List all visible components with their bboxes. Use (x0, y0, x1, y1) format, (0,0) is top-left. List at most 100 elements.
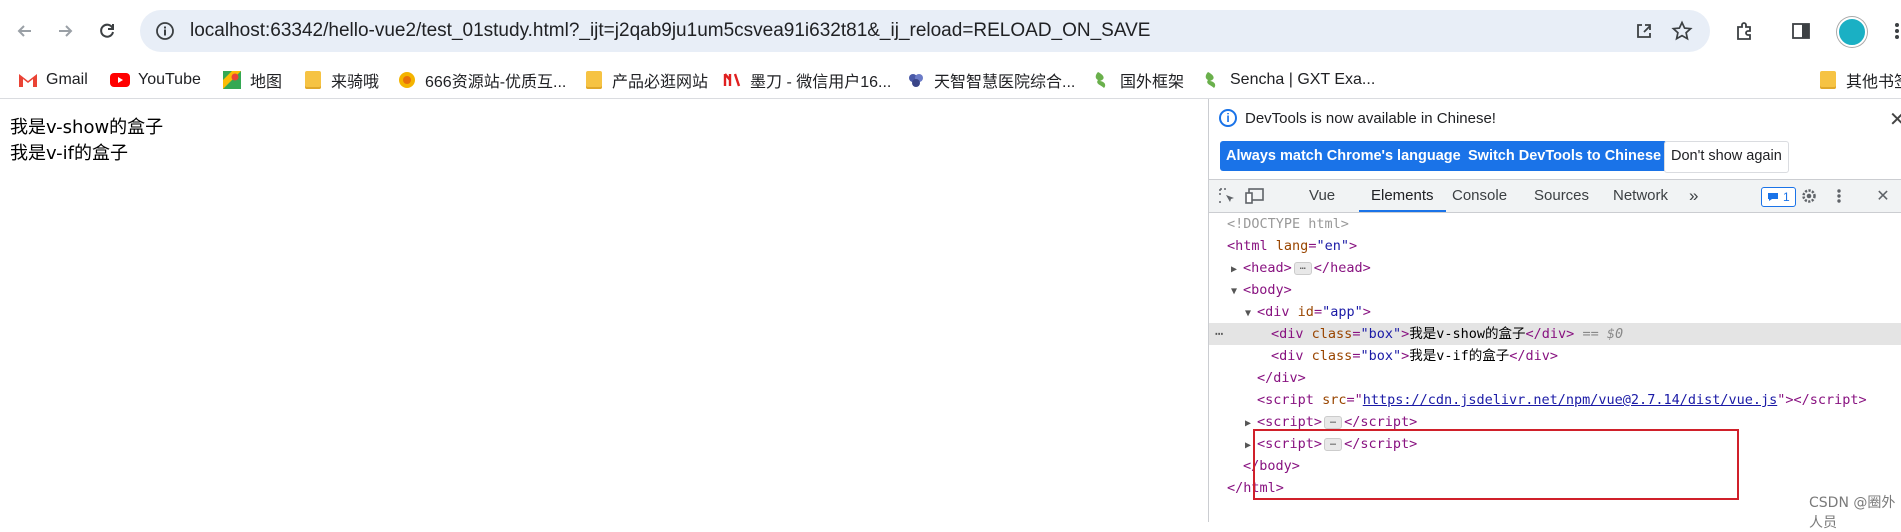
vif-box: 我是v-if的盒子 (10, 143, 129, 164)
bookmark-label: 天智智慧医院综合... (934, 74, 1076, 91)
dom-script-2[interactable]: ▶ <script>… </script> (1209, 433, 1901, 455)
dom-div-box-vif[interactable]: <div class="box">我是v-if的盒子</div> (1209, 345, 1901, 367)
tab-network[interactable]: Network (1613, 180, 1668, 212)
row-more-icon[interactable]: ⋯ (1215, 323, 1223, 345)
bookmark-folder-products[interactable]: 产品必逛网站 (584, 62, 708, 98)
dom-div-app[interactable]: ▼ <div id="app"> (1209, 301, 1901, 323)
bookmark-label: 来骑哦 (331, 74, 380, 91)
tag-name: div (1273, 370, 1298, 386)
dom-div-app-close[interactable]: </div> (1209, 367, 1901, 389)
expand-triangle-icon[interactable]: ▶ (1245, 413, 1257, 435)
script-src-link[interactable]: https://cdn.jsdelivr.net/npm/vue@2.7.14/… (1363, 392, 1778, 408)
expand-triangle-icon[interactable]: ▶ (1245, 435, 1257, 457)
folder-icon (1818, 70, 1838, 90)
issues-count: 1 (1783, 190, 1790, 204)
bookmark-other[interactable]: 其他书签 (1818, 62, 1901, 98)
menu-icon[interactable] (1880, 14, 1901, 48)
attr-name: class (1311, 326, 1353, 342)
dont-show-again-button[interactable]: Don't show again (1664, 141, 1789, 173)
tag-name: script (1360, 436, 1410, 452)
selected-node-marker: == $0 (1582, 326, 1624, 342)
back-icon[interactable] (8, 14, 42, 48)
ellipsis-icon[interactable]: … (1324, 415, 1343, 429)
settings-gear-icon[interactable] (1799, 186, 1819, 206)
dom-doctype[interactable]: <!DOCTYPE html> (1209, 213, 1901, 235)
address-bar[interactable]: localhost:63342/hello-vue2/test_01study.… (140, 10, 1710, 52)
dom-body-open[interactable]: ▼ <body> (1209, 279, 1901, 301)
tab-sources[interactable]: Sources (1534, 180, 1589, 212)
attr-value: "box" (1360, 348, 1402, 364)
more-tabs-icon[interactable]: » (1689, 180, 1698, 212)
close-devtools-icon[interactable]: ✕ (1873, 186, 1893, 206)
youtube-icon (110, 70, 130, 90)
bookmark-maps[interactable]: 地图 (222, 62, 282, 98)
dom-html-close[interactable]: </html> (1209, 477, 1901, 499)
message-icon (1768, 193, 1778, 201)
bookmark-label: 产品必逛网站 (612, 74, 709, 91)
bookmark-label: YouTube (138, 71, 201, 88)
match-language-button[interactable]: Always match Chrome's language (1220, 141, 1467, 171)
dom-head[interactable]: ▶ <head>… </head> (1209, 257, 1901, 279)
bookmark-foreign-frameworks[interactable]: 国外框架 (1092, 62, 1184, 98)
tag-name: head (1251, 260, 1284, 276)
dom-script-vue[interactable]: <script src="https://cdn.jsdelivr.net/np… (1209, 389, 1901, 411)
bookmark-label: Gmail (46, 71, 88, 88)
forward-icon[interactable] (48, 14, 82, 48)
profile-avatar[interactable] (1837, 17, 1867, 47)
inspect-element-icon[interactable] (1217, 186, 1237, 206)
bookmark-tianzhi[interactable]: 天智智慧医院综合... (906, 62, 1075, 98)
dom-script-1[interactable]: ▶ <script>… </script> (1209, 411, 1901, 433)
sencha-icon (1202, 70, 1222, 90)
node-text: 我是v-if的盒子 (1409, 348, 1510, 364)
share-icon[interactable] (1629, 16, 1659, 46)
ellipsis-icon[interactable]: … (1324, 437, 1343, 451)
attr-name: src (1322, 392, 1347, 408)
device-toolbar-icon[interactable] (1245, 186, 1265, 206)
issues-badge[interactable]: 1 (1761, 187, 1796, 207)
expand-triangle-icon[interactable]: ▶ (1231, 259, 1243, 281)
attr-value: "box" (1360, 326, 1402, 342)
tag-name: head (1330, 260, 1363, 276)
devtools-panel: i DevTools is now available in Chinese! … (1208, 99, 1901, 531)
devtools-menu-icon[interactable] (1829, 186, 1849, 206)
devtools-language-notice: i DevTools is now available in Chinese! (1219, 109, 1496, 127)
bookmark-666[interactable]: 666资源站-优质互... (397, 62, 566, 98)
tag-name: div (1279, 348, 1304, 364)
url-text[interactable]: localhost:63342/hello-vue2/test_01study.… (190, 10, 1150, 52)
side-panel-icon[interactable] (1784, 14, 1818, 48)
extensions-icon[interactable] (1728, 14, 1762, 48)
csdn-watermark: CSDN @圈外人员 (1809, 495, 1896, 531)
gmail-icon (18, 70, 38, 90)
site-info-icon[interactable] (150, 16, 180, 46)
attr-name: lang (1275, 238, 1309, 254)
dom-div-box-vshow[interactable]: ⋯ <div class="box">我是v-show的盒子</div> == … (1209, 323, 1901, 345)
tab-console[interactable]: Console (1452, 180, 1507, 212)
bookmark-modao[interactable]: 墨刀 - 微信用户16... (722, 62, 891, 98)
bookmarks-bar: Gmail YouTube 地图 来骑哦 666资源站-优质互... 产品必逛网… (0, 62, 1901, 99)
close-icon[interactable]: ✕ (1889, 107, 1901, 132)
collapse-triangle-icon[interactable]: ▼ (1245, 303, 1257, 325)
attr-name: class (1311, 348, 1353, 364)
reload-icon[interactable] (90, 14, 124, 48)
sencha-icon (1092, 70, 1112, 90)
info-icon: i (1219, 109, 1237, 127)
ellipsis-icon[interactable]: … (1293, 261, 1312, 275)
dom-body-close[interactable]: </body> (1209, 455, 1901, 477)
tag-name: script (1265, 436, 1314, 452)
bookmark-sencha[interactable]: Sencha | GXT Exa... (1202, 62, 1375, 98)
tab-vue[interactable]: Vue (1309, 180, 1335, 212)
bookmark-star-icon[interactable] (1667, 16, 1697, 46)
notice-text: DevTools is now available in Chinese! (1245, 109, 1496, 127)
collapse-triangle-icon[interactable]: ▼ (1231, 281, 1243, 303)
bookmark-gmail[interactable]: Gmail (18, 62, 88, 98)
tab-elements[interactable]: Elements (1359, 180, 1446, 212)
bookmark-folder-laiqio[interactable]: 来骑哦 (303, 62, 379, 98)
switch-chinese-button[interactable]: Switch DevTools to Chinese (1462, 141, 1668, 171)
tag-name: script (1265, 414, 1314, 430)
attr-value: "app" (1322, 304, 1363, 320)
dom-html-open[interactable]: <html lang="en"> (1209, 235, 1901, 257)
tag-name: script (1809, 392, 1859, 408)
bookmark-label: 国外框架 (1120, 74, 1185, 91)
page-viewport: 我是v-show的盒子 我是v-if的盒子 (0, 99, 1208, 522)
bookmark-youtube[interactable]: YouTube (110, 62, 201, 98)
